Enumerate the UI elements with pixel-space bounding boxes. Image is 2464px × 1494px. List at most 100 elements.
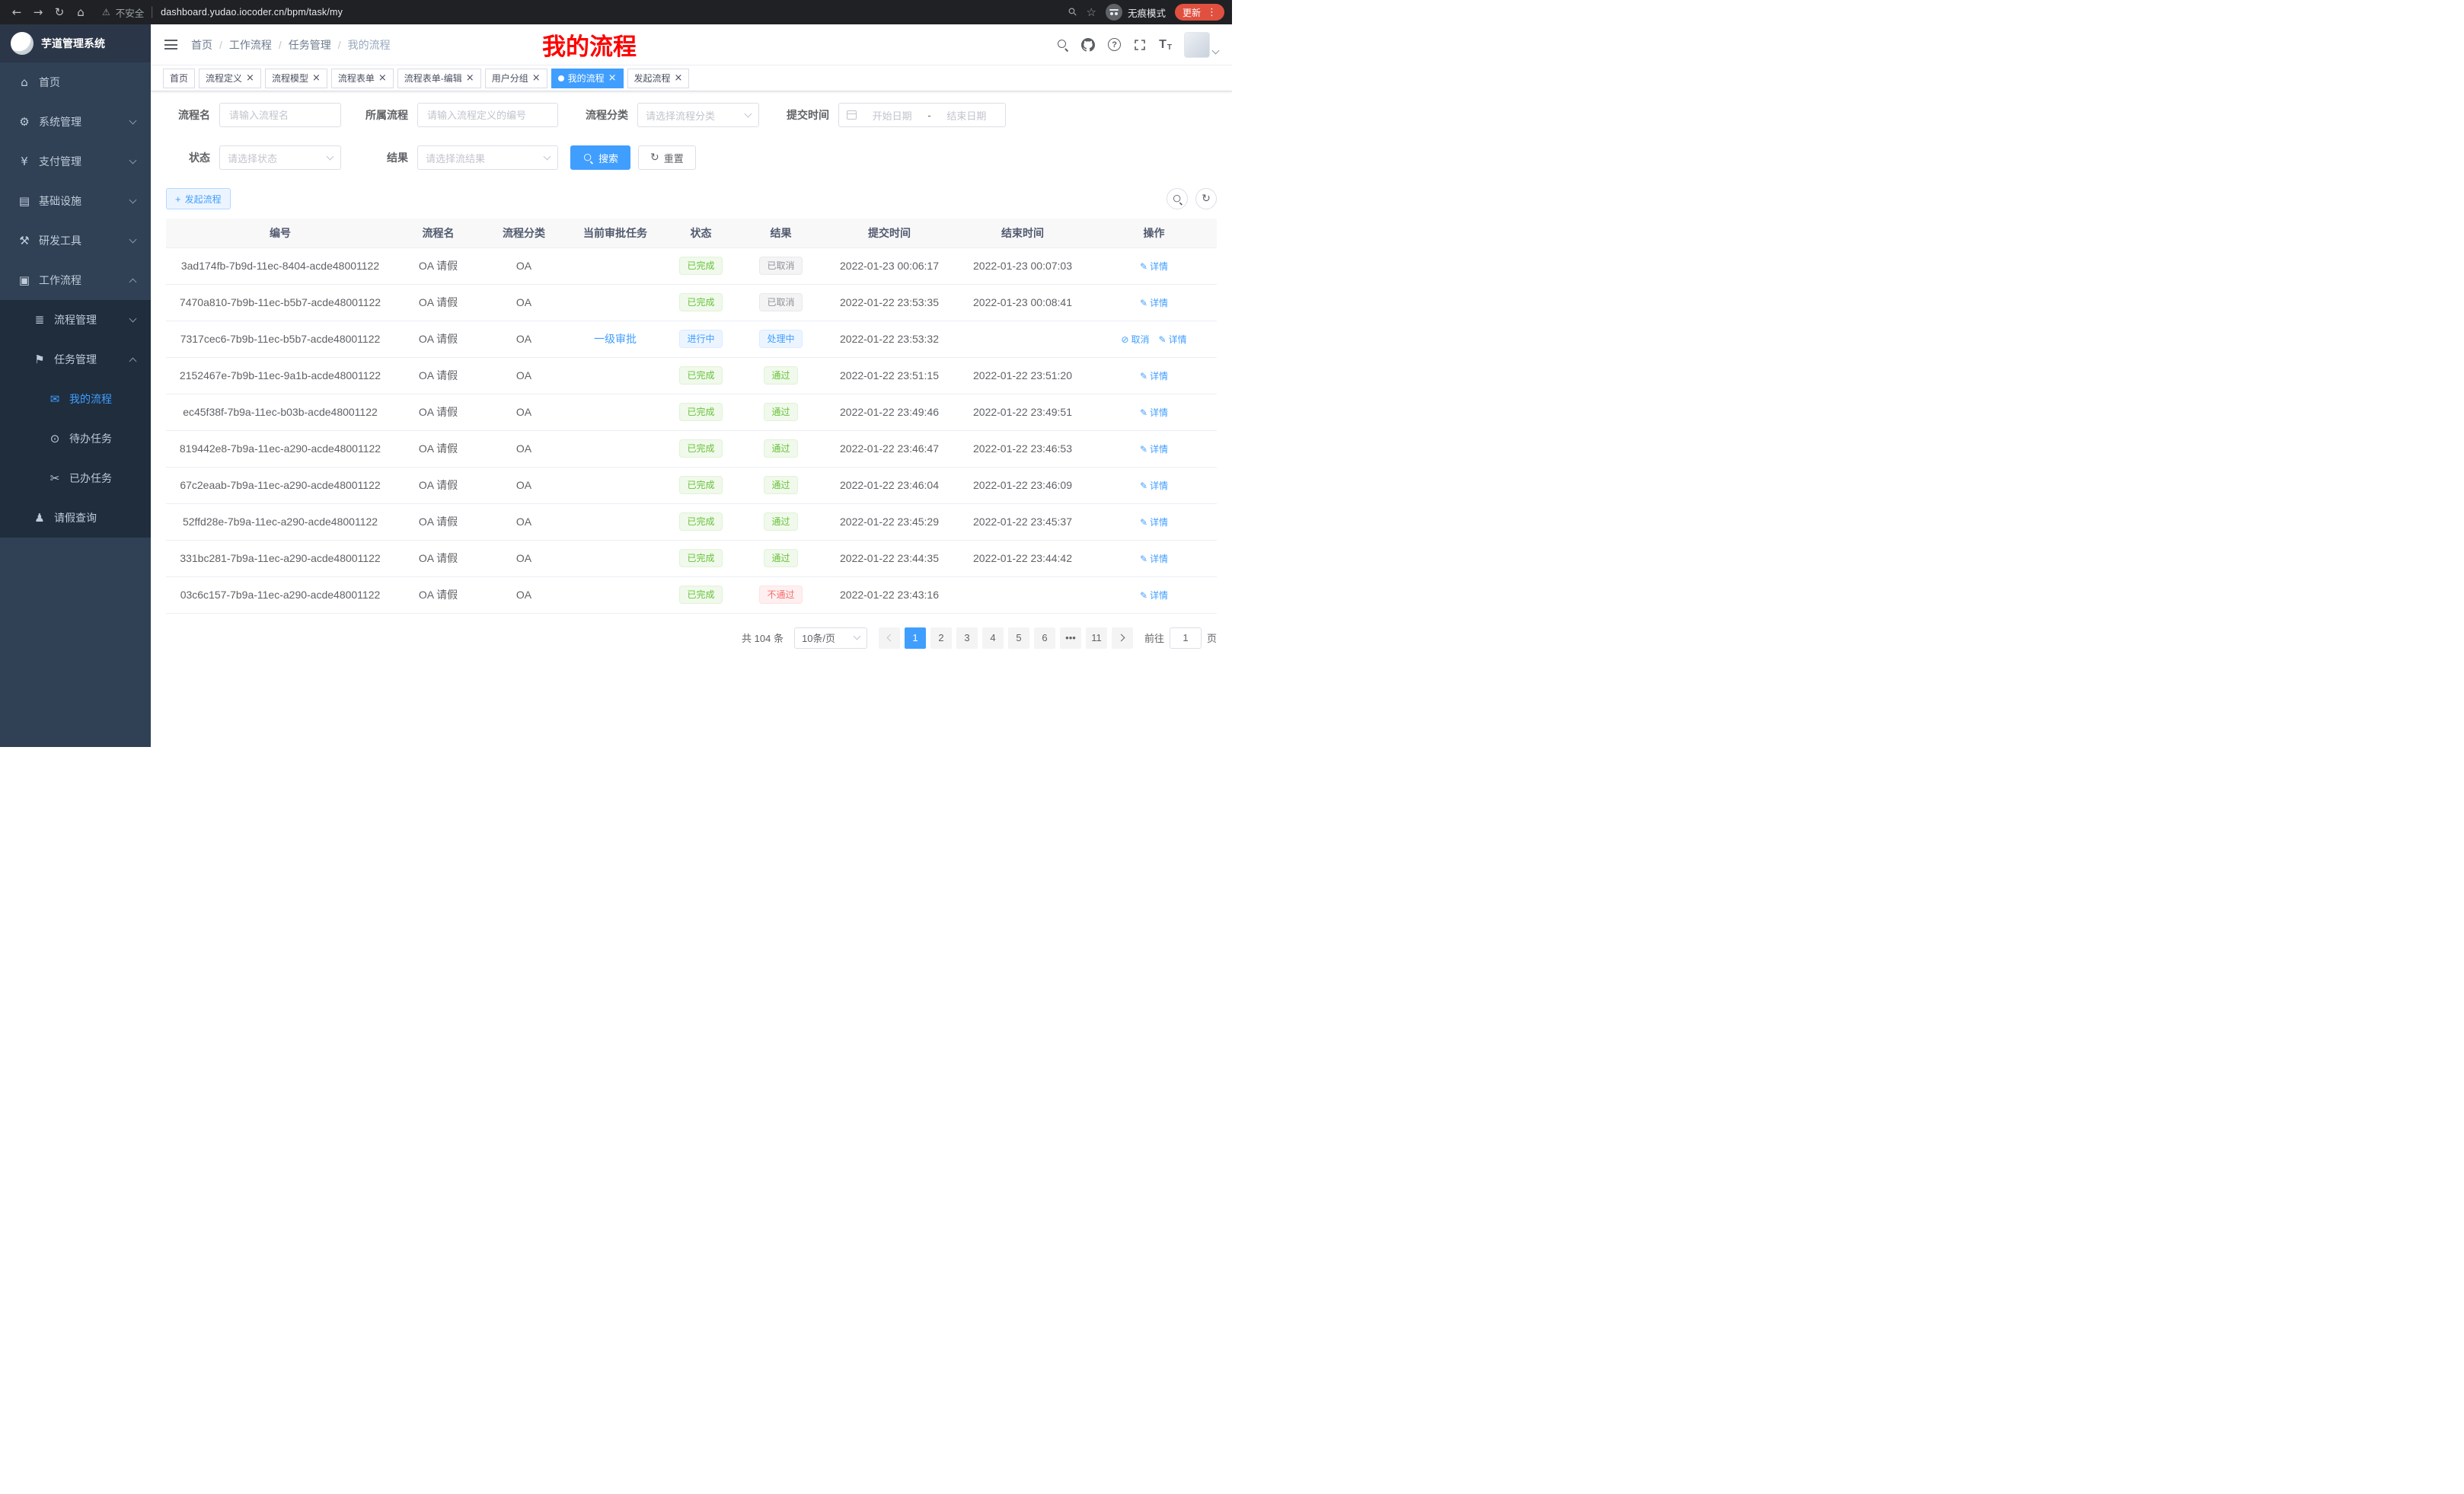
cell-result: 通过 [737,430,825,467]
hamburger-icon[interactable] [164,40,177,49]
update-button[interactable]: 更新 ⋮ [1175,4,1224,21]
pager-page-4[interactable]: 4 [982,627,1004,649]
action-detail-link[interactable]: ✎详情 [1140,407,1168,418]
sidebar-item-leave-query[interactable]: ♟请假查询 [0,498,151,538]
cell-category: OA [482,540,566,576]
close-icon[interactable]: × [532,73,541,83]
password-key-icon[interactable]: ⚲ [1066,5,1080,20]
back-icon[interactable]: ← [8,3,26,21]
breadcrumb-item[interactable]: 首页 [191,37,212,53]
status-select[interactable]: 请选择状态 [219,145,341,170]
cell-result: 通过 [737,394,825,430]
sidebar-item-task-management[interactable]: ⚑任务管理 [0,340,151,379]
url-text[interactable]: dashboard.yudao.iocoder.cn/bpm/task/my [161,7,343,18]
cell-submit-time: 2022-01-22 23:49:46 [825,394,954,430]
breadcrumb-item[interactable]: 工作流程 [229,37,272,53]
sidebar-item-payment-management[interactable]: ¥支付管理 [0,142,151,181]
tab-process-form-edit[interactable]: 流程表单-编辑 × [397,69,481,88]
action-detail-link[interactable]: ✎详情 [1159,334,1187,345]
cell-process-name: OA 请假 [394,247,482,284]
result-label: 结果 [353,150,408,165]
pager-page-1[interactable]: 1 [905,627,926,649]
font-size-icon[interactable]: T [1159,38,1171,52]
app-logo[interactable]: 芋道管理系统 [0,24,151,62]
help-icon[interactable]: ? [1108,38,1121,51]
pager-page-5[interactable]: 5 [1008,627,1029,649]
next-page-button[interactable] [1112,627,1133,649]
sidebar-item-system-management[interactable]: ⚙系统管理 [0,102,151,142]
action-detail-link[interactable]: ✎详情 [1140,480,1168,491]
action-detail-link[interactable]: ✎详情 [1140,298,1168,308]
tab-process-form[interactable]: 流程表单× [331,69,394,88]
pager-page-11[interactable]: 11 [1086,627,1107,649]
tab-user-group[interactable]: 用户分组× [485,69,547,88]
user-menu[interactable] [1184,32,1218,58]
refresh-table-button[interactable]: ↻ [1195,188,1217,209]
pager-page-6[interactable]: 6 [1034,627,1055,649]
action-detail-link[interactable]: ✎详情 [1140,517,1168,528]
page-size-select[interactable]: 10条/页 [794,627,867,649]
sidebar-item-done-tasks[interactable]: ✂已办任务 [0,458,151,498]
close-icon[interactable]: × [608,73,617,83]
pager-page-2[interactable]: 2 [930,627,952,649]
browser-home-icon[interactable]: ⌂ [72,3,90,21]
category-select[interactable]: 请选择流程分类 [637,103,759,127]
action-detail-link[interactable]: ✎详情 [1140,590,1168,601]
reset-button[interactable]: ↻ 重置 [638,145,696,170]
tab-label: 流程表单 [338,72,375,85]
close-icon[interactable]: × [675,73,683,83]
action-cancel-link[interactable]: ⊘取消 [1121,334,1149,345]
tab-home[interactable]: 首页 [163,69,195,88]
tab-process-definition[interactable]: 流程定义× [199,69,261,88]
prev-page-button[interactable] [879,627,900,649]
cell-current-task [566,357,665,394]
tab-my-process[interactable]: 我的流程× [551,69,624,88]
cell-category: OA [482,430,566,467]
close-icon[interactable]: × [312,73,321,83]
refresh-icon: ↻ [650,152,659,164]
chevron-down-icon [129,117,137,125]
toggle-search-button[interactable] [1167,188,1188,209]
sidebar-item-workflow[interactable]: ▣工作流程 [0,260,151,300]
sidebar-item-todo-tasks[interactable]: ⊙待办任务 [0,419,151,458]
search-icon[interactable] [1057,39,1068,50]
incognito-badge: 无痕模式 [1106,4,1166,21]
goto-page-input[interactable] [1170,627,1202,649]
bookmark-star-icon[interactable]: ☆ [1087,5,1096,19]
result-select[interactable]: 请选择流结果 [417,145,558,170]
create-process-button[interactable]: + 发起流程 [166,188,231,209]
forward-icon[interactable]: → [29,3,47,21]
tab-start-process[interactable]: 发起流程× [627,69,690,88]
search-button[interactable]: 搜索 [570,145,630,170]
pager-pages: 123456•••11 [902,627,1109,649]
close-icon[interactable]: × [246,73,254,83]
tab-label: 流程表单-编辑 [404,72,462,85]
browser-menu-icon[interactable]: ⋮ [1207,7,1217,18]
pager-more-icon[interactable]: ••• [1060,627,1081,649]
action-detail-link[interactable]: ✎详情 [1140,554,1168,564]
sidebar-item-process-management[interactable]: ≣流程管理 [0,300,151,340]
current-task-link[interactable]: 一级审批 [594,333,637,345]
tab-process-model[interactable]: 流程模型× [265,69,327,88]
close-icon[interactable]: × [378,73,387,83]
action-detail-link[interactable]: ✎详情 [1140,261,1168,272]
sidebar-item-my-process[interactable]: ✉我的流程 [0,379,151,419]
github-icon[interactable] [1081,38,1095,52]
submit-time-range-picker[interactable]: 开始日期 - 结束日期 [838,103,1006,127]
fullscreen-icon[interactable] [1134,39,1146,51]
sidebar-item-infrastructure[interactable]: ▤基础设施 [0,181,151,221]
address-bar[interactable]: ⚠ 不安全 │ dashboard.yudao.iocoder.cn/bpm/t… [93,3,1066,21]
sidebar-item-home[interactable]: ⌂首页 [0,62,151,102]
process-name-input[interactable] [219,103,341,127]
pager-page-3[interactable]: 3 [956,627,978,649]
action-detail-link[interactable]: ✎详情 [1140,444,1168,455]
reload-icon[interactable]: ↻ [50,3,69,21]
breadcrumb-item[interactable]: 任务管理 [289,37,331,53]
close-icon[interactable]: × [466,73,474,83]
action-detail-link[interactable]: ✎详情 [1140,371,1168,381]
breadcrumb-separator: / [219,39,222,51]
cell-submit-time: 2022-01-22 23:53:32 [825,321,954,357]
sidebar-item-dev-tools[interactable]: ⚒研发工具 [0,221,151,260]
cell-submit-time: 2022-01-22 23:53:35 [825,284,954,321]
parent-process-input[interactable] [417,103,558,127]
